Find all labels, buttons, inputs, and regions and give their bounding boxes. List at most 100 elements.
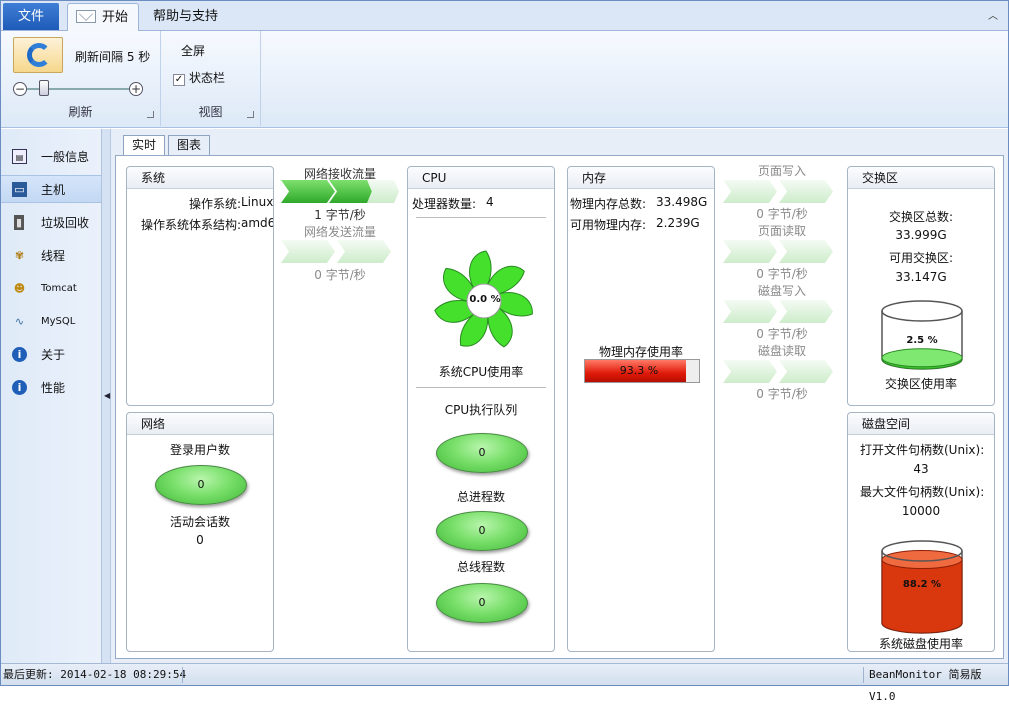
refresh-interval-label: 刷新间隔 5 秒 (75, 50, 151, 64)
mem-total-label: 物理内存总数: (570, 197, 647, 211)
refresh-group: 刷新间隔 5 秒 − + 刷新 (1, 31, 161, 126)
nav-item-general[interactable]: ▤ 一般信息 (1, 143, 101, 171)
page-read-value: 0 字节/秒 (756, 267, 808, 281)
nav-label: 性能 (41, 381, 66, 395)
total-threads-gauge: 0 (436, 583, 528, 623)
home-tab[interactable]: 开始 (67, 3, 139, 32)
slider-thumb[interactable] (39, 80, 49, 96)
max-files-value: 10000 (901, 504, 941, 518)
swap-card: 交换区 交换区总数: 33.999G 可用交换区: 33.147G 2.5 % … (847, 166, 995, 406)
page-write-flow-arrows (723, 180, 841, 203)
refresh-button[interactable] (13, 37, 63, 73)
ribbon-tab-bar: 文件 开始 帮助与支持 ︿ (1, 1, 1008, 32)
mail-icon (76, 10, 96, 23)
network-card: 网络 登录用户数 0 活动会话数 0 (126, 412, 274, 652)
view-group-label: 视图 (198, 105, 223, 119)
disk-read-value: 0 字节/秒 (756, 387, 808, 401)
mem-usage-label: 物理内存使用率 (598, 345, 683, 359)
nav-label: 一般信息 (41, 150, 90, 164)
cpu-card: CPU 处理器数量: 4 0.0 % 系统CPU使用率 CPU执行队列 0 总进… (407, 166, 555, 652)
login-users-gauge: 0 (155, 465, 247, 505)
nav-label: 关于 (41, 348, 66, 362)
mem-total-value: 33.498G (656, 195, 708, 209)
statusbar-checkbox[interactable]: ✓ 状态栏 (173, 69, 225, 86)
disk-write-flow-arrows (723, 300, 841, 323)
nav-item-gc[interactable]: ▮ 垃圾回收 (1, 209, 101, 237)
nav-splitter[interactable]: ◀ (102, 129, 111, 663)
fullscreen-button[interactable]: 全屏 (181, 42, 205, 59)
memory-card: 内存 物理内存总数: 33.498G 可用物理内存: 2.239G 物理内存使用… (567, 166, 715, 652)
cpu-usage-label: 系统CPU使用率 (438, 365, 524, 379)
refresh-group-label: 刷新 (68, 105, 93, 119)
nav-label: 主机 (41, 183, 66, 197)
net-send-flow-arrows (281, 240, 399, 263)
mem-avail-label: 可用物理内存: (570, 218, 647, 232)
file-tab[interactable]: 文件 (3, 3, 59, 30)
tab-chart[interactable]: 图表 (168, 135, 211, 155)
memory-card-title: 内存 (568, 167, 714, 189)
system-card: 系统 操作系统: Linux 操作系统体系结构: amd6 (126, 166, 274, 406)
disk-read-flow-arrows (723, 360, 841, 383)
nav-item-about[interactable]: i 关于 (1, 341, 101, 369)
processor-count-label: 处理器数量: (412, 197, 477, 211)
status-divider (182, 667, 183, 683)
nav-label: Tomcat (41, 283, 77, 294)
swap-avail-label: 可用交换区: (888, 251, 954, 265)
cpu-usage-value: 0.0 % (469, 294, 501, 305)
nav-label: 线程 (41, 249, 66, 263)
info-card-icon: ▤ (12, 149, 27, 164)
collapse-arrow-icon[interactable]: ◀ (104, 391, 110, 400)
max-files-label: 最大文件句柄数(Unix): (860, 485, 985, 499)
slider-plus-button[interactable]: + (129, 82, 143, 96)
disk-write-title: 磁盘写入 (757, 284, 806, 298)
processor-count-value: 4 (486, 195, 494, 209)
nav-label: 垃圾回收 (41, 216, 90, 230)
monitor-icon: ▭ (12, 182, 27, 197)
sessions-value: 0 (196, 533, 204, 547)
cpu-card-title: CPU (408, 167, 554, 189)
open-files-label: 打开文件句柄数(Unix): (860, 443, 985, 457)
mem-usage-value: 93.3 % (619, 364, 659, 377)
page-write-title: 页面写入 (757, 164, 806, 178)
performance-icon: i (12, 380, 27, 395)
main-content: 实时 图表 系统 操作系统: Linux 操作系统体系结构: amd6 网络 登… (111, 129, 1008, 663)
nav-item-thread[interactable]: ✾ 线程 (1, 242, 101, 270)
view-group: 全屏 ✓ 状态栏 视图 (161, 31, 261, 126)
login-users-label: 登录用户数 (169, 443, 230, 457)
disk-card: 磁盘空间 打开文件句柄数(Unix): 43 最大文件句柄数(Unix): 10… (847, 412, 995, 652)
last-update-text: 最后更新: 2014-02-18 08:29:54 (3, 668, 187, 681)
page-write-value: 0 字节/秒 (756, 207, 808, 221)
total-processes-gauge: 0 (436, 511, 528, 551)
cpu-queue-label: CPU执行队列 (444, 403, 518, 417)
nav-item-performance[interactable]: i 性能 (1, 374, 101, 402)
view-dialog-launcher-icon[interactable] (247, 111, 254, 118)
help-tab[interactable]: 帮助与支持 (153, 3, 218, 30)
home-tab-label: 开始 (102, 10, 129, 25)
arch-value: amd6 (241, 216, 273, 230)
net-send-title: 网络发送流量 (303, 225, 376, 239)
total-processes-label: 总进程数 (456, 490, 505, 504)
realtime-panel: 系统 操作系统: Linux 操作系统体系结构: amd6 网络 登录用户数 0… (115, 155, 1004, 659)
swap-total-value: 33.999G (895, 228, 947, 242)
trash-icon: ▮ (14, 215, 24, 230)
tab-realtime[interactable]: 实时 (123, 135, 166, 156)
nav-item-tomcat[interactable]: ☻ Tomcat (1, 275, 101, 303)
page-read-title: 页面读取 (757, 224, 806, 238)
nav-item-host[interactable]: ▭ 主机 (1, 175, 101, 203)
collapse-ribbon-icon[interactable]: ︿ (988, 7, 998, 22)
disk-usage-value: 88.2 % (902, 579, 942, 590)
mysql-icon: ∿ (14, 315, 25, 328)
swap-card-title: 交换区 (848, 167, 994, 189)
statusbar-checkbox-label: 状态栏 (189, 71, 226, 85)
swap-usage-label: 交换区使用率 (884, 377, 957, 391)
system-card-title: 系统 (127, 167, 273, 189)
refresh-icon (27, 43, 51, 67)
refresh-dialog-launcher-icon[interactable] (147, 111, 154, 118)
total-threads-label: 总线程数 (456, 560, 505, 574)
swap-total-label: 交换区总数: (888, 210, 954, 224)
slider-minus-button[interactable]: − (13, 82, 27, 96)
checkmark-icon: ✓ (173, 74, 185, 86)
tomcat-icon: ☻ (13, 282, 26, 295)
cpu-divider (416, 217, 546, 218)
nav-item-mysql[interactable]: ∿ MySQL (1, 308, 101, 336)
